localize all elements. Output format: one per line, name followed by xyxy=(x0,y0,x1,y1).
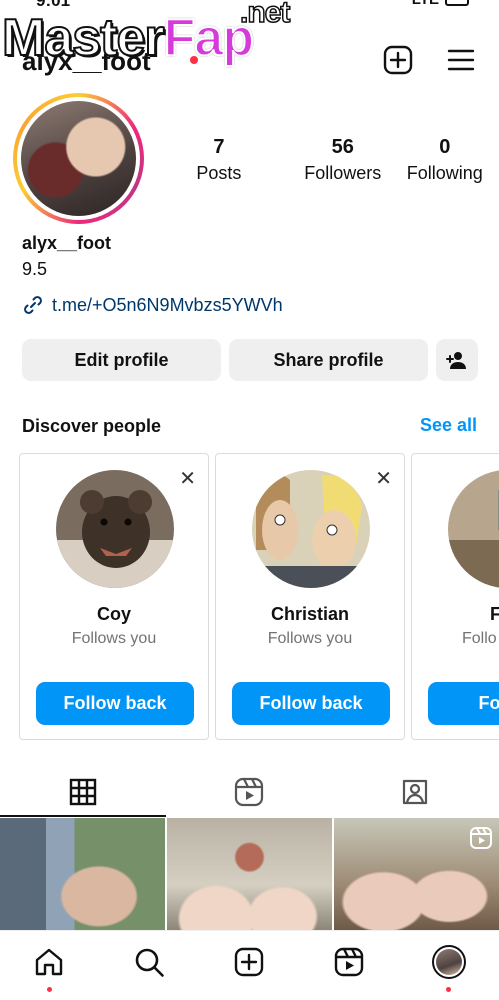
stat-following[interactable]: 0 Following xyxy=(400,136,490,184)
suggestion-name: Coy xyxy=(96,604,131,624)
tab-reels[interactable] xyxy=(166,768,332,816)
profile-bio: 9.5 xyxy=(22,259,48,279)
grid-icon xyxy=(69,778,97,806)
add-person-icon xyxy=(446,352,466,369)
profile-tabs xyxy=(0,768,499,818)
reels-icon xyxy=(234,777,264,807)
network-label: LTE xyxy=(412,0,439,8)
posts-grid xyxy=(0,818,499,930)
suggestion-avatar[interactable] xyxy=(56,470,174,588)
create-icon xyxy=(234,947,264,977)
suggestion-avatar[interactable] xyxy=(448,470,499,588)
profile-name: alyx__foot xyxy=(22,233,112,253)
plus-square-icon xyxy=(383,45,413,75)
rat-photo xyxy=(56,470,174,588)
post-thumbnail[interactable] xyxy=(167,818,332,930)
suggestion-photo xyxy=(448,470,499,588)
nav-profile[interactable] xyxy=(432,945,466,979)
create-button[interactable] xyxy=(382,44,414,76)
followers-label: Followers xyxy=(304,163,382,183)
follow-back-button[interactable]: Follow xyxy=(428,682,499,725)
reel-badge-icon xyxy=(470,827,492,849)
suggestion-card[interactable]: ✕ Coy Follows you Follow back xyxy=(19,453,209,740)
discover-people-title: Discover people xyxy=(22,416,162,436)
edit-profile-button[interactable]: Edit profile xyxy=(22,339,221,381)
home-icon xyxy=(35,948,63,976)
following-label: Following xyxy=(406,163,483,183)
see-all-link[interactable]: See all xyxy=(420,415,477,436)
follow-back-button[interactable]: Follow back xyxy=(36,682,194,725)
stat-followers[interactable]: 56 Followers xyxy=(276,136,410,184)
close-icon[interactable]: ✕ xyxy=(179,466,196,491)
stat-posts[interactable]: 7 Posts xyxy=(190,136,248,184)
nav-create[interactable] xyxy=(232,945,266,979)
profile-avatar-small xyxy=(432,945,466,979)
nav-search[interactable] xyxy=(132,945,166,979)
avatar-image xyxy=(21,101,136,216)
home-notification-dot xyxy=(47,987,52,992)
suggestion-subtitle: Follows you xyxy=(267,630,353,647)
search-icon xyxy=(135,948,164,977)
profile-stats: 7 Posts 56 Followers 0 Following xyxy=(190,136,490,184)
nav-home[interactable] xyxy=(32,945,66,979)
bottom-navigation xyxy=(0,930,499,1000)
battery-icon xyxy=(445,0,469,6)
status-indicators: LTE xyxy=(412,0,469,8)
watermark-logo: Master Fap .net xyxy=(1,0,291,68)
suggestion-card[interactable]: F Follo Follow xyxy=(411,453,499,740)
profile-link[interactable]: t.me/+O5n6N9Mvbzs5YWVh xyxy=(22,294,283,316)
suggestion-name: F xyxy=(490,604,499,624)
active-tab-indicator xyxy=(0,815,166,817)
watermark-suffix: .net xyxy=(239,0,291,30)
suggestion-avatar[interactable] xyxy=(252,470,370,588)
watermark-part1: Master xyxy=(1,8,166,68)
post-thumbnail[interactable] xyxy=(0,818,165,930)
suggestion-subtitle: Follows you xyxy=(71,630,157,647)
suggestion-card[interactable]: ✕ Christian Follows you Follow back xyxy=(215,453,405,740)
posts-count: 7 xyxy=(213,136,225,158)
tagged-icon xyxy=(402,779,428,805)
suggestion-carousel[interactable]: ✕ Coy Follows you Follow back ✕ Christia… xyxy=(19,453,499,741)
posts-label: Posts xyxy=(196,163,242,183)
profile-link-text: t.me/+O5n6N9Mvbzs5YWVh xyxy=(52,294,283,315)
nav-reels[interactable] xyxy=(332,945,366,979)
menu-button[interactable] xyxy=(445,44,477,76)
followers-count: 56 xyxy=(331,136,354,158)
following-count: 0 xyxy=(439,136,451,158)
post-thumbnail[interactable] xyxy=(334,818,499,930)
suggestion-subtitle: Follo xyxy=(462,630,497,647)
suggestion-name: Christian xyxy=(270,604,349,624)
link-icon xyxy=(24,296,42,314)
hamburger-menu-icon xyxy=(447,49,475,71)
profile-avatar[interactable] xyxy=(13,93,144,224)
tab-posts[interactable] xyxy=(0,768,166,816)
share-profile-button[interactable]: Share profile xyxy=(229,339,428,381)
discover-people-button[interactable] xyxy=(436,339,478,381)
reels-icon xyxy=(334,947,364,977)
profile-notification-dot xyxy=(446,987,451,992)
follow-back-button[interactable]: Follow back xyxy=(232,682,390,725)
tab-tagged[interactable] xyxy=(332,768,498,816)
cartoon-photo xyxy=(252,470,370,588)
close-icon[interactable]: ✕ xyxy=(375,466,392,491)
